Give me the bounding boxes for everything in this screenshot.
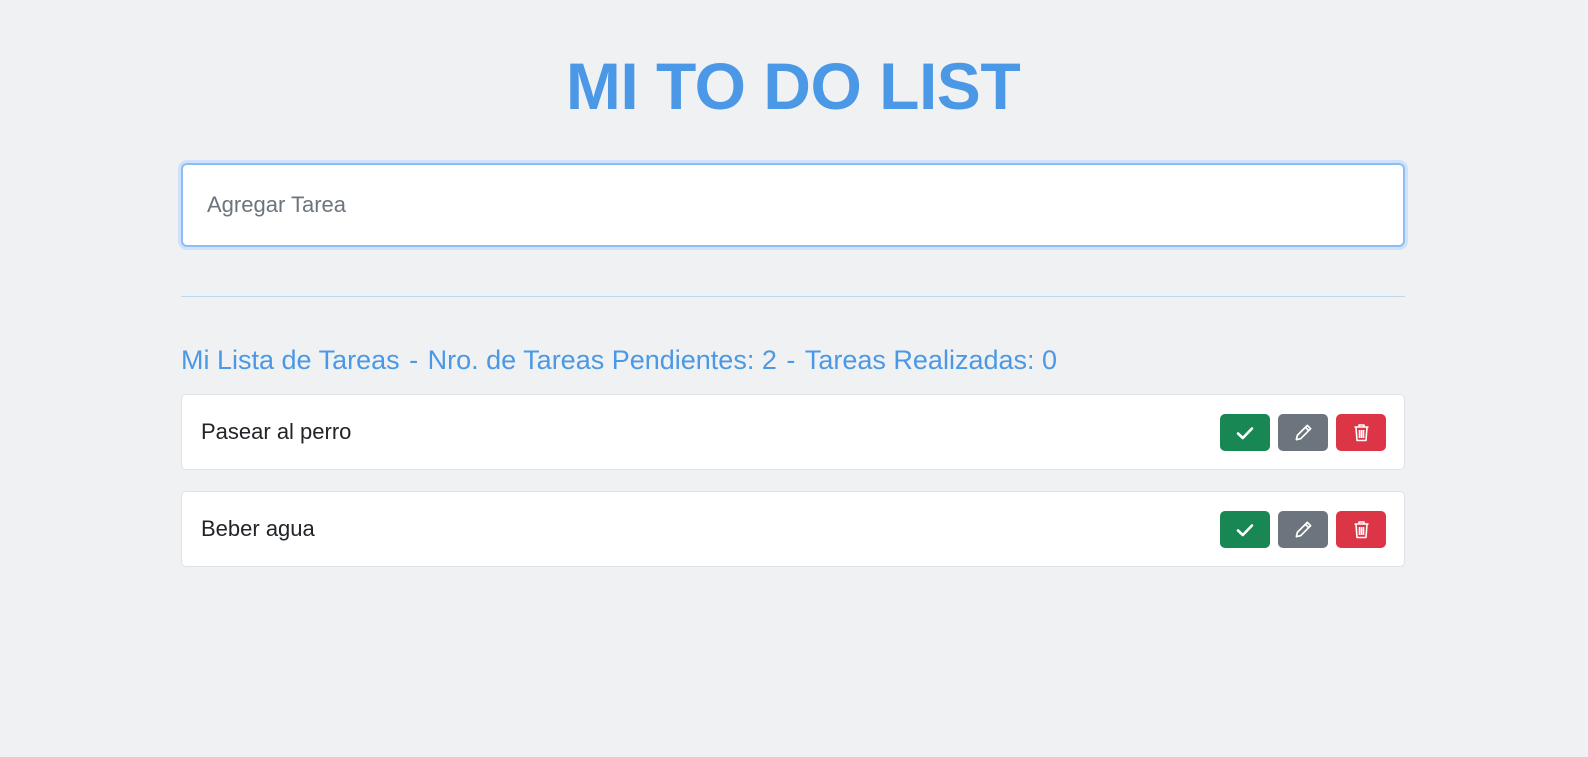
complete-task-button[interactable]: [1220, 414, 1270, 451]
edit-task-button[interactable]: [1278, 511, 1328, 548]
pending-label: Nro. de Tareas Pendientes:: [427, 345, 755, 375]
pending-count: 2: [761, 345, 777, 375]
summary-label: Mi Lista de Tareas: [181, 345, 400, 375]
task-summary: Mi Lista de Tareas - Nro. de Tareas Pend…: [181, 345, 1058, 375]
task-actions: [1220, 511, 1386, 548]
edit-task-button[interactable]: [1278, 414, 1328, 451]
divider: [181, 296, 1405, 297]
task-list: Pasear al perro Beber agua: [181, 394, 1405, 588]
pencil-icon: [1295, 424, 1311, 441]
task-text: Pasear al perro: [201, 419, 352, 444]
check-icon: [1236, 523, 1254, 536]
add-task-input[interactable]: [181, 163, 1405, 247]
trash-icon: [1354, 521, 1368, 539]
done-label: Tareas Realizadas:: [804, 345, 1035, 375]
trash-icon: [1354, 424, 1368, 442]
check-icon: [1236, 426, 1254, 439]
page-title: MI TO DO LIST: [565, 49, 1021, 123]
delete-task-button[interactable]: [1336, 414, 1386, 451]
complete-task-button[interactable]: [1220, 511, 1270, 548]
delete-task-button[interactable]: [1336, 511, 1386, 548]
task-item: Beber agua: [181, 491, 1405, 567]
done-count: 0: [1042, 345, 1058, 375]
task-text: Beber agua: [201, 516, 315, 541]
pencil-icon: [1295, 521, 1311, 538]
task-item: Pasear al perro: [181, 394, 1405, 470]
task-actions: [1220, 414, 1386, 451]
